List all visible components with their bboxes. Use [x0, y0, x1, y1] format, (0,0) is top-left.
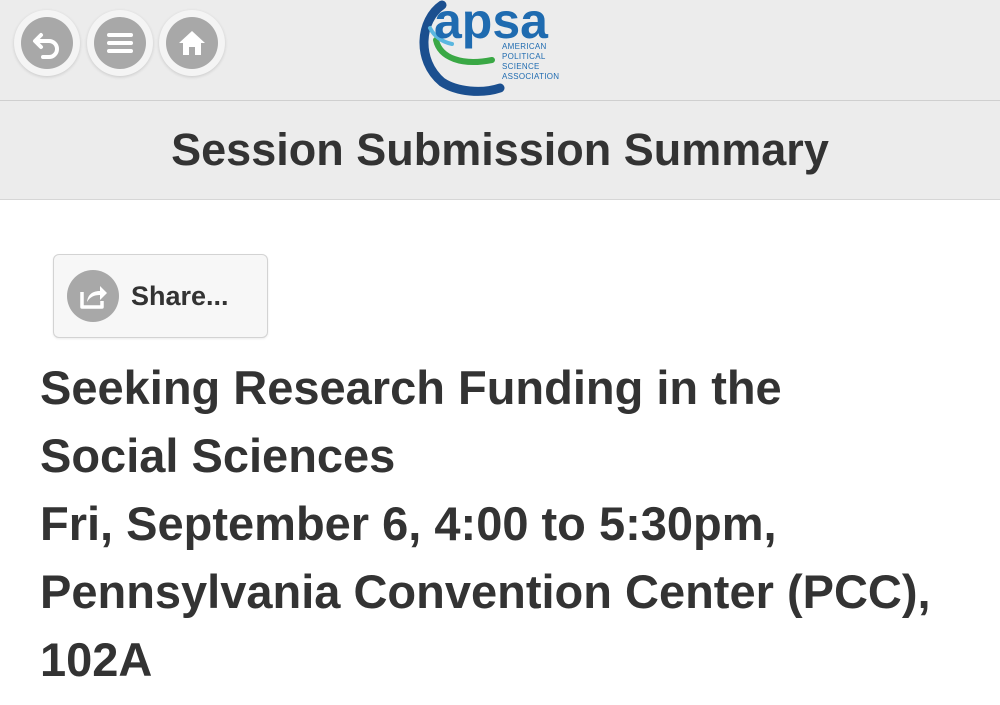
session-title: Seeking Research Funding in the — [40, 361, 782, 414]
apsa-logo: apsa AMERICAN POLITICAL SCIENCE ASSOCIAT… — [412, 0, 602, 98]
share-icon — [67, 270, 119, 322]
logo-wordmark: apsa — [434, 0, 548, 49]
top-navigation-bar: apsa AMERICAN POLITICAL SCIENCE ASSOCIAT… — [0, 0, 1000, 101]
logo-subtitle-line: ASSOCIATION — [502, 72, 560, 81]
logo-subtitle-line: SCIENCE — [502, 62, 540, 71]
logo-subtitle-line: AMERICAN — [502, 42, 547, 51]
session-details: Seeking Research Funding in the Social S… — [40, 354, 980, 694]
back-icon — [21, 17, 73, 69]
logo-subtitle-line: POLITICAL — [502, 52, 546, 61]
session-time: Fri, September 6, 4:00 to 5:30pm, — [40, 497, 777, 550]
home-icon — [166, 17, 218, 69]
session-location: Pennsylvania Convention Center (PCC), — [40, 565, 931, 618]
menu-button[interactable] — [87, 10, 153, 76]
session-title-continued: Social Sciences — [40, 429, 396, 482]
session-room: 102A — [40, 633, 153, 686]
page-title: Session Submission Summary — [171, 124, 829, 175]
menu-icon — [94, 17, 146, 69]
back-button[interactable] — [14, 10, 80, 76]
page-title-bar: Session Submission Summary — [0, 101, 1000, 200]
share-button[interactable]: Share... — [53, 254, 268, 338]
home-button[interactable] — [159, 10, 225, 76]
share-label: Share... — [131, 280, 229, 311]
logo-subtitle: AMERICAN POLITICAL SCIENCE ASSOCIATION — [502, 42, 612, 82]
